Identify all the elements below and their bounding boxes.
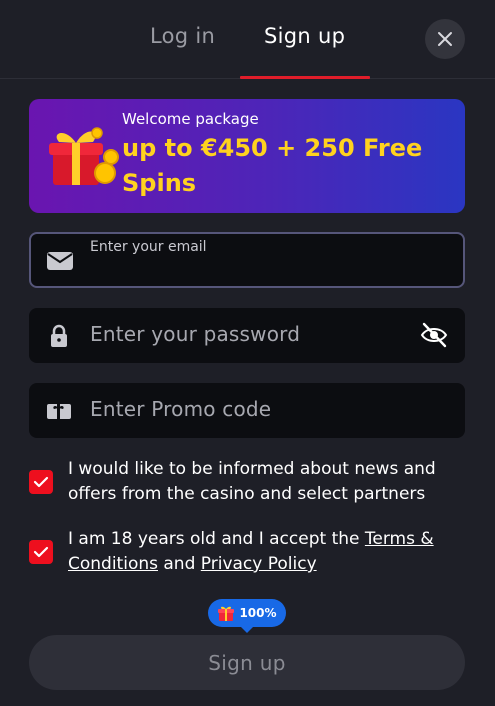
promo-placeholder: Enter Promo code [90,397,272,421]
lock-icon [51,324,67,347]
sign-up-button-label: Sign up [208,650,286,675]
tab-login[interactable]: Log in [150,24,215,48]
bonus-badge-text: 100% [239,606,277,620]
banner-subtitle: Welcome package [122,110,259,128]
welcome-banner: Welcome package up to €450 + 250 Free Sp… [29,99,465,213]
password-field[interactable]: Enter your password [29,308,465,363]
check-icon [33,476,49,488]
close-icon [438,32,452,46]
gift-icon [218,606,235,621]
auth-tabs: Log in Sign up [0,0,495,79]
age-consent-checkbox[interactable] [29,540,53,564]
promo-code-field[interactable]: Enter Promo code [29,383,465,438]
email-field[interactable]: Enter your email [29,232,465,288]
privacy-policy-link[interactable]: Privacy Policy [201,554,317,574]
age-consent-prefix: I am 18 years old and I accept the [68,529,365,549]
bonus-badge: 100% [208,599,286,633]
active-tab-indicator [240,76,370,79]
age-consent-text: I am 18 years old and I accept the Terms… [68,527,468,577]
news-consent-checkbox[interactable] [29,470,53,494]
email-label: Enter your email [90,239,207,255]
close-button[interactable] [425,19,465,59]
check-icon [33,546,49,558]
banner-offer: up to €450 + 250 Free Spins [122,134,423,197]
age-consent-and: and [157,554,201,574]
mail-icon [47,252,73,270]
gift-icon [49,127,119,185]
news-consent-text: I would like to be informed about news a… [68,459,436,504]
sign-up-button[interactable]: Sign up [29,635,465,690]
tab-signup[interactable]: Sign up [264,24,345,48]
password-placeholder: Enter your password [90,322,301,346]
promo-icon [47,404,71,419]
eye-off-icon[interactable] [419,320,449,350]
